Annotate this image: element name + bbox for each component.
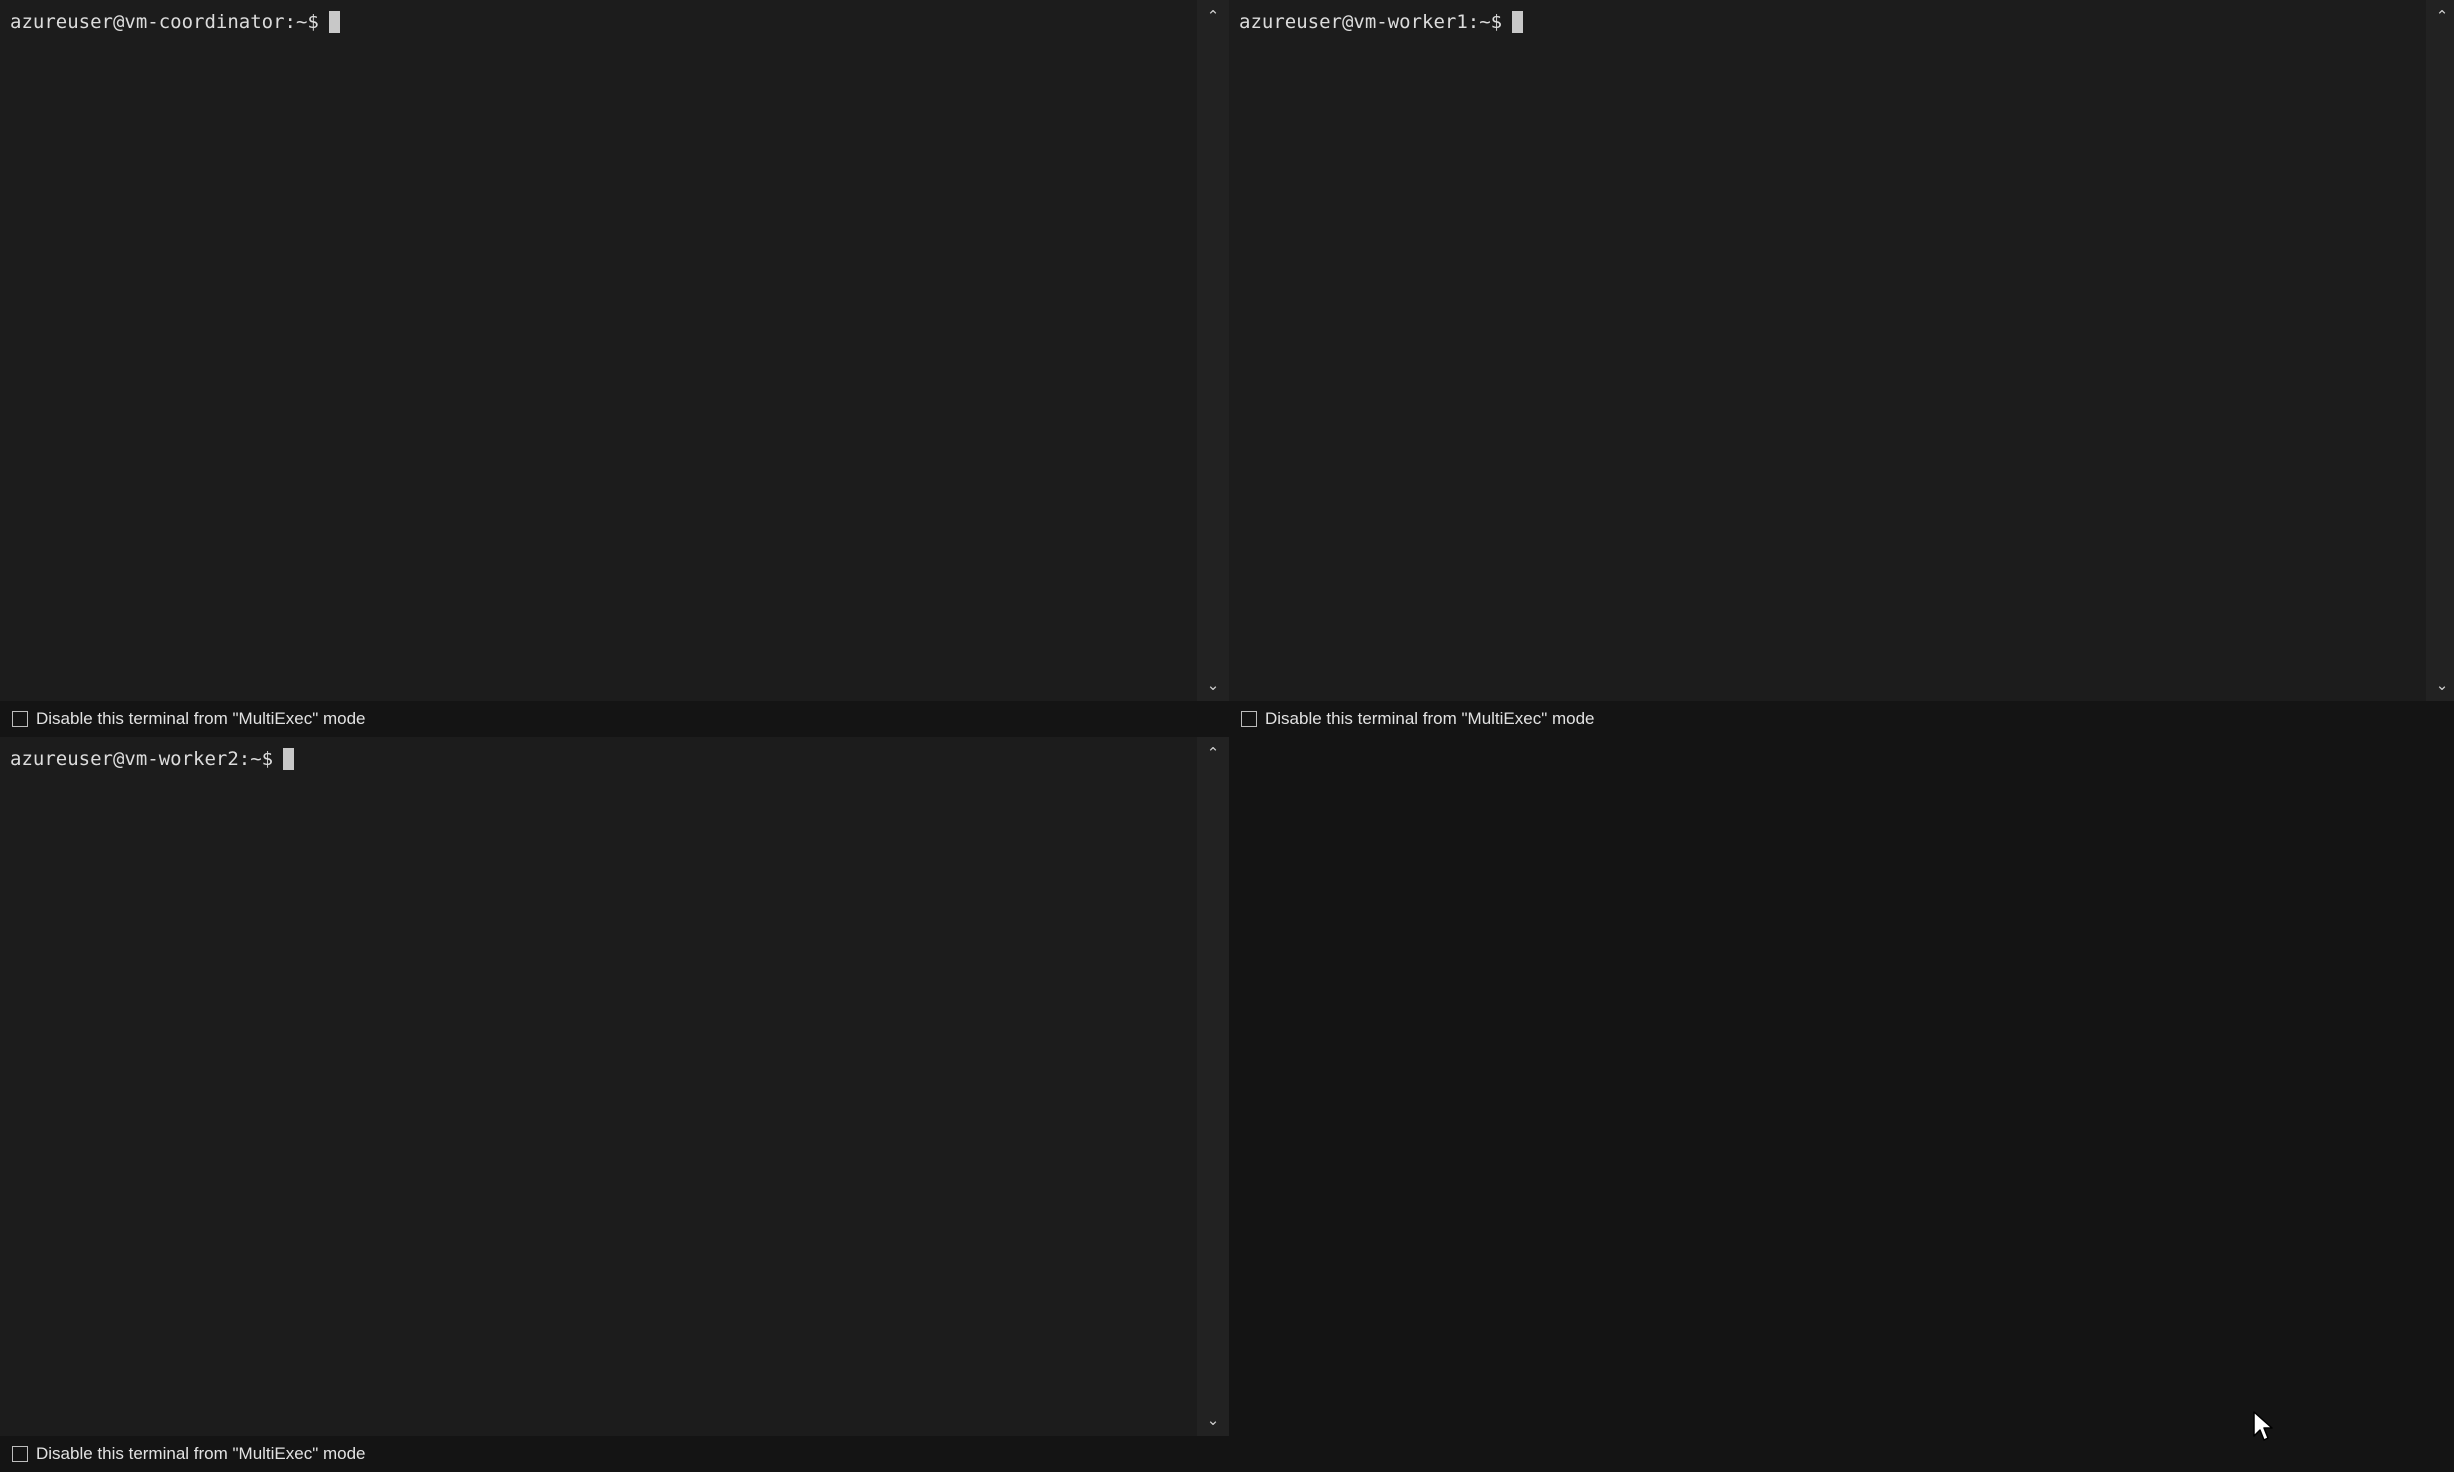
terminal-prompt-line: azureuser@vm-coordinator:~$ <box>10 10 1197 34</box>
terminal-scrollbar[interactable]: ⌃ ⌄ <box>1197 737 1229 1436</box>
terminal-pane-coordinator: azureuser@vm-coordinator:~$ ⌃ ⌄ Disable … <box>0 0 1229 737</box>
terminal-scrollbar[interactable]: ⌃ ⌄ <box>2426 0 2454 701</box>
terminal-pane-worker2: azureuser@vm-worker2:~$ ⌃ ⌄ Disable this… <box>0 737 1229 1472</box>
chevron-down-icon[interactable]: ⌄ <box>2426 673 2454 697</box>
chevron-down-icon[interactable]: ⌄ <box>1197 1408 1229 1432</box>
chevron-down-icon[interactable]: ⌄ <box>1197 673 1229 697</box>
terminal-cursor <box>328 11 340 33</box>
multiexec-window: azureuser@vm-coordinator:~$ ⌃ ⌄ Disable … <box>0 0 2454 1472</box>
multiexec-disable-label[interactable]: Disable this terminal from "MultiExec" m… <box>1265 709 1595 729</box>
multiexec-toggle-row: Disable this terminal from "MultiExec" m… <box>1229 701 2454 737</box>
multiexec-disable-label[interactable]: Disable this terminal from "MultiExec" m… <box>36 1444 366 1464</box>
terminal-pane-worker1: azureuser@vm-worker1:~$ ⌃ ⌄ Disable this… <box>1229 0 2454 737</box>
multiexec-disable-label[interactable]: Disable this terminal from "MultiExec" m… <box>36 709 366 729</box>
chevron-up-icon[interactable]: ⌃ <box>2426 4 2454 28</box>
terminal-cursor <box>1512 11 1524 33</box>
terminal-worker1[interactable]: azureuser@vm-worker1:~$ <box>1229 0 2426 701</box>
terminal-prompt: azureuser@vm-worker2:~$ <box>10 748 274 770</box>
terminal-scrollbar[interactable]: ⌃ ⌄ <box>1197 0 1229 701</box>
terminal-prompt-line: azureuser@vm-worker1:~$ <box>1239 10 2426 34</box>
terminal-coordinator[interactable]: azureuser@vm-coordinator:~$ <box>0 0 1197 701</box>
terminal-prompt: azureuser@vm-coordinator:~$ <box>10 11 319 33</box>
multiexec-toggle-row: Disable this terminal from "MultiExec" m… <box>0 1436 1229 1472</box>
terminal-cursor <box>283 748 295 770</box>
chevron-up-icon[interactable]: ⌃ <box>1197 4 1229 28</box>
multiexec-disable-checkbox[interactable] <box>1241 711 1257 727</box>
multiexec-disable-checkbox[interactable] <box>12 711 28 727</box>
mouse-pointer-icon <box>2253 1411 2273 1441</box>
terminal-worker2[interactable]: azureuser@vm-worker2:~$ <box>0 737 1197 1436</box>
terminal-prompt-line: azureuser@vm-worker2:~$ <box>10 747 1197 771</box>
empty-terminal-slot <box>1229 737 2454 1472</box>
multiexec-toggle-row: Disable this terminal from "MultiExec" m… <box>0 701 1229 737</box>
multiexec-disable-checkbox[interactable] <box>12 1446 28 1462</box>
terminal-prompt: azureuser@vm-worker1:~$ <box>1239 11 1503 33</box>
chevron-up-icon[interactable]: ⌃ <box>1197 741 1229 765</box>
